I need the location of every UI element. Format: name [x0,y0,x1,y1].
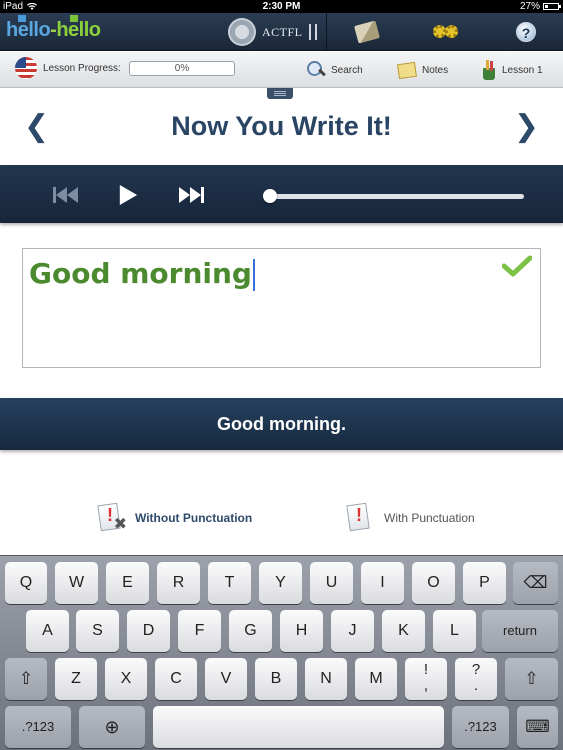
key-exclamation-comma[interactable]: ! , [405,658,447,700]
numbers-key-right[interactable]: .?123 [452,706,509,748]
key-d[interactable]: D [127,610,170,652]
with-punctuation-button[interactable]: ! With Punctuation [346,500,475,536]
audio-scrubber-track[interactable] [269,194,524,199]
shift-key-left[interactable]: ⇧ [5,658,47,700]
hide-keyboard-key[interactable]: ⌨ [517,706,558,748]
tab-settings[interactable] [406,13,486,51]
lesson-progress-bar: 0% [129,61,235,76]
correct-answer-bar: Good morning. [0,398,563,450]
key-m[interactable]: M [355,658,397,700]
onscreen-keyboard: Q W E R T Y U I O P ⌫ A S D F G H J K L … [0,555,563,750]
backspace-key[interactable]: ⌫ [513,562,558,604]
key-e[interactable]: E [106,562,149,604]
globe-key[interactable]: ⊕ [79,706,145,748]
next-arrow-icon[interactable]: ❯ [514,109,539,144]
key-q[interactable]: Q [5,562,47,604]
without-punctuation-label: Without Punctuation [135,511,253,525]
play-icon[interactable] [117,185,139,205]
key-n[interactable]: N [305,658,347,700]
skip-back-icon[interactable] [53,185,79,205]
search-icon [307,61,325,79]
actfl-label: ACTFL [262,24,303,39]
key-l[interactable]: L [433,610,476,652]
key-g[interactable]: G [229,610,272,652]
skip-forward-icon[interactable] [178,185,204,205]
lesson-progress-label: Lesson Progress: [43,63,121,74]
key-f[interactable]: F [178,610,221,652]
help-icon: ? [516,22,536,42]
actfl-badge[interactable]: ACTFL [228,13,324,51]
key-h[interactable]: H [280,610,323,652]
question-char: ? [471,661,481,678]
key-k[interactable]: K [382,610,425,652]
key-z[interactable]: Z [55,658,97,700]
checkmark-icon [502,255,532,277]
battery-percent: 27% [519,1,540,12]
audio-player [0,165,563,223]
space-bar[interactable] [153,706,444,748]
search-button[interactable]: Search [307,58,363,82]
search-label: Search [331,64,363,76]
drawer-handle[interactable] [267,88,293,99]
key-s[interactable]: S [76,610,119,652]
gears-icon [433,25,459,39]
key-o[interactable]: O [412,562,455,604]
key-t[interactable]: T [208,562,251,604]
key-y[interactable]: Y [259,562,302,604]
text-caret [252,259,255,291]
hello-hello-logo[interactable]: hello-hello [6,15,101,47]
notes-label: Notes [422,64,449,76]
exclaim-char: ! [423,661,429,678]
notes-button[interactable]: Notes [397,58,449,82]
key-w[interactable]: W [55,562,98,604]
tab-book[interactable] [326,13,406,51]
actfl-bars-icon [308,24,317,40]
numbers-key-left[interactable]: .?123 [5,706,71,748]
answer-text: Good morning [29,257,252,290]
key-a[interactable]: A [26,610,69,652]
answer-input[interactable]: Good morning [22,248,541,368]
notes-icon [397,61,417,79]
us-flag-icon[interactable] [15,57,37,79]
key-r[interactable]: R [157,562,200,604]
key-x[interactable]: X [105,658,147,700]
tab-help[interactable]: ? [486,13,563,51]
key-question-period[interactable]: ? . [455,658,497,700]
key-u[interactable]: U [310,562,353,604]
return-key[interactable]: return [482,610,558,652]
key-c[interactable]: C [155,658,197,700]
activity-title: Now You Write It! [171,111,392,141]
document-punctuation-icon: ! [346,502,376,534]
document-no-punctuation-icon: ! ✖ [97,502,127,534]
logo-text-2: hello [56,19,101,41]
key-v[interactable]: V [205,658,247,700]
status-time: 2:30 PM [262,1,301,12]
status-bar: iPad 2:30 PM 27% [0,0,563,13]
without-punctuation-button[interactable]: ! ✖ Without Punctuation [97,500,252,536]
period-char: . [473,677,479,694]
actfl-seal-icon [228,18,256,46]
battery-icon [543,3,561,10]
progress-text: 0% [174,63,190,74]
comma-char: , [423,677,429,694]
with-punctuation-label: With Punctuation [384,511,475,525]
book-icon [353,20,380,44]
lesson-toolbar: Lesson Progress: 0% Search Notes Lesson … [0,52,563,88]
pencil-cup-icon [482,60,496,80]
lesson-label: Lesson 1 [502,64,543,76]
top-nav: hello-hello ACTFL ? [0,13,563,51]
activity-header: ❮ Now You Write It! ❯ [0,99,563,159]
lesson-button[interactable]: Lesson 1 [482,58,543,82]
key-p[interactable]: P [463,562,506,604]
shift-key-right[interactable]: ⇧ [505,658,558,700]
key-b[interactable]: B [255,658,297,700]
key-j[interactable]: J [331,610,374,652]
logo-text-1: hello [6,19,51,41]
key-i[interactable]: I [361,562,404,604]
audio-scrubber-knob[interactable] [263,189,277,203]
